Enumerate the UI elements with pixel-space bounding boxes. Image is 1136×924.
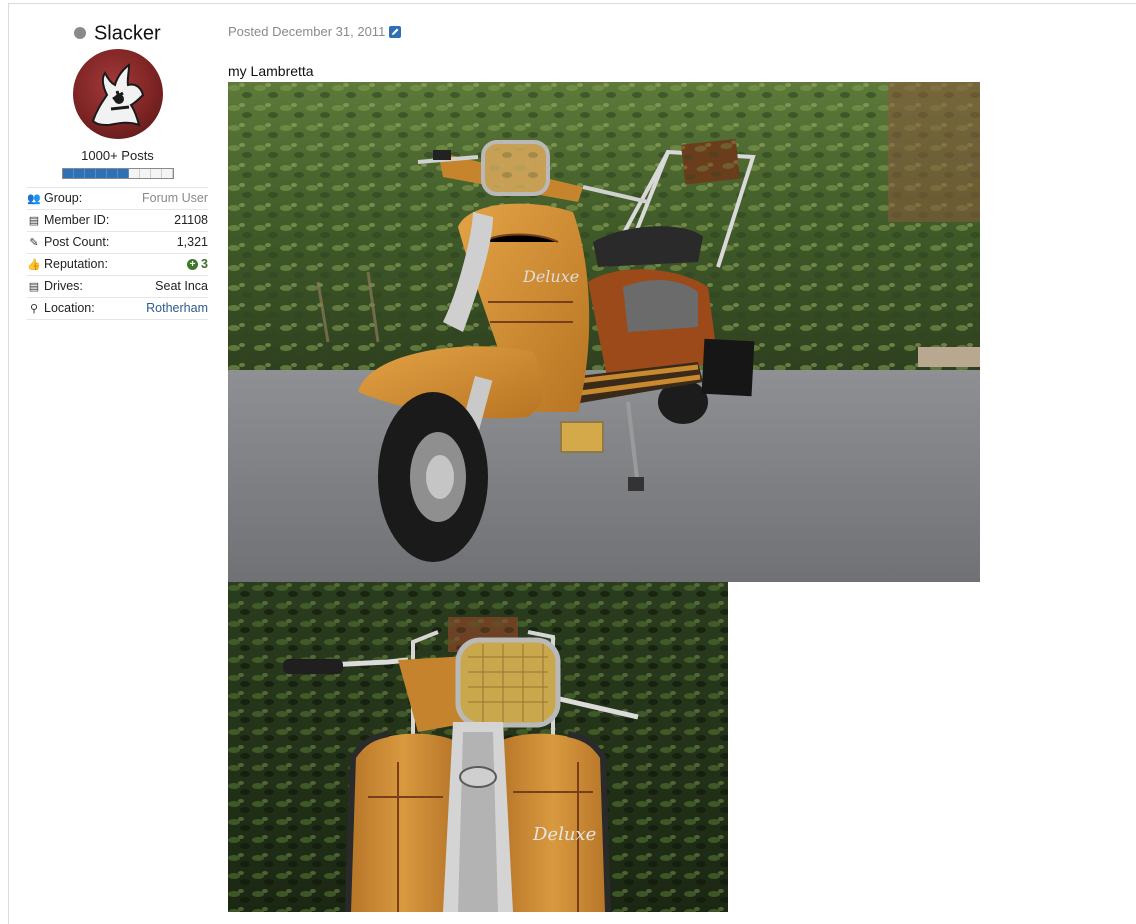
author-info-value-text: Rotherham xyxy=(146,301,208,315)
author-name-link[interactable]: Slacker xyxy=(94,23,161,45)
post-body-text: my Lambretta xyxy=(228,63,314,79)
author-info-key-label: Drives: xyxy=(44,279,83,293)
author-info-value: 21108 xyxy=(174,210,208,231)
author-info-row: ▤ Drives: Seat Inca xyxy=(27,276,208,298)
author-info-value: Forum User xyxy=(142,188,208,209)
author-name-row: Slacker xyxy=(27,20,208,46)
lambretta-photo-side-view[interactable]: Deluxe xyxy=(228,82,980,582)
rank-progress-remaining xyxy=(128,169,173,178)
lambretta-photo-front-view[interactable]: Deluxe xyxy=(228,582,728,912)
author-info-value-text: 3 xyxy=(201,257,208,271)
rank-progress-bar xyxy=(61,168,174,179)
author-info-key-label: Group: xyxy=(44,191,83,205)
svg-text:Deluxe: Deluxe xyxy=(532,824,596,845)
rank-progress-fill xyxy=(62,169,129,178)
author-info-table: 👥 Group: Forum User ▤ Member ID: 21108 ✎ Post C… xyxy=(27,187,208,320)
author-info-value-text: Seat Inca xyxy=(155,279,208,293)
author-info-key: 👍 Reputation: xyxy=(27,254,108,275)
author-info-row: ✎ Post Count: 1,321 xyxy=(27,232,208,254)
edit-post-icon[interactable] xyxy=(389,25,402,38)
author-info-row: ▤ Member ID: 21108 xyxy=(27,210,208,232)
id-card-icon: ▤ xyxy=(28,215,40,227)
id-card-icon: ▤ xyxy=(28,281,40,293)
svg-text:Deluxe: Deluxe xyxy=(522,267,579,286)
author-info-row: 👥 Group: Forum User xyxy=(27,188,208,210)
author-info-value: Seat Inca xyxy=(155,276,208,297)
plus-circle-icon: + xyxy=(187,259,199,270)
author-info-value: 1,321 xyxy=(177,232,208,253)
thumbs-up-icon: 👍 xyxy=(27,259,41,271)
map-marker-icon: ⚲ xyxy=(29,303,39,315)
avatar[interactable] xyxy=(72,49,163,139)
author-info-row: ⚲ Location: Rotherham xyxy=(27,298,208,320)
author-info-key: 👥 Group: xyxy=(27,188,82,209)
post-date-text: Posted December 31, 2011 xyxy=(228,24,386,39)
author-info-key-label: Location: xyxy=(44,301,95,315)
post-date[interactable]: Posted December 31, 2011 xyxy=(228,24,402,39)
author-info-value-text: Forum User xyxy=(142,191,208,205)
author-info-value[interactable]: +3 xyxy=(187,254,208,275)
offline-status-icon xyxy=(74,26,87,39)
edit-icon: ✎ xyxy=(29,237,39,249)
author-info-key-label: Member ID: xyxy=(44,213,110,227)
author-info-key: ▤ Member ID: xyxy=(27,210,110,231)
author-info-value-text: 1,321 xyxy=(176,235,208,249)
author-info-key-label: Reputation: xyxy=(44,257,108,271)
author-info-key: ✎ Post Count: xyxy=(27,232,109,253)
author-info-key: ⚲ Location: xyxy=(27,298,95,319)
author-info-row: 👍 Reputation: +3 xyxy=(27,254,208,276)
author-info-value[interactable]: Rotherham xyxy=(146,298,208,319)
author-info-key-label: Post Count: xyxy=(44,235,110,249)
users-icon: 👥 xyxy=(27,193,41,205)
rank-label: 1000+ Posts xyxy=(81,148,154,163)
author-info-key: ▤ Drives: xyxy=(27,276,83,297)
author-panel: Slacker 1000+ Posts 👥 Group: Forum User ▤ Me… xyxy=(27,20,208,320)
author-info-value-text: 21108 xyxy=(174,213,208,227)
